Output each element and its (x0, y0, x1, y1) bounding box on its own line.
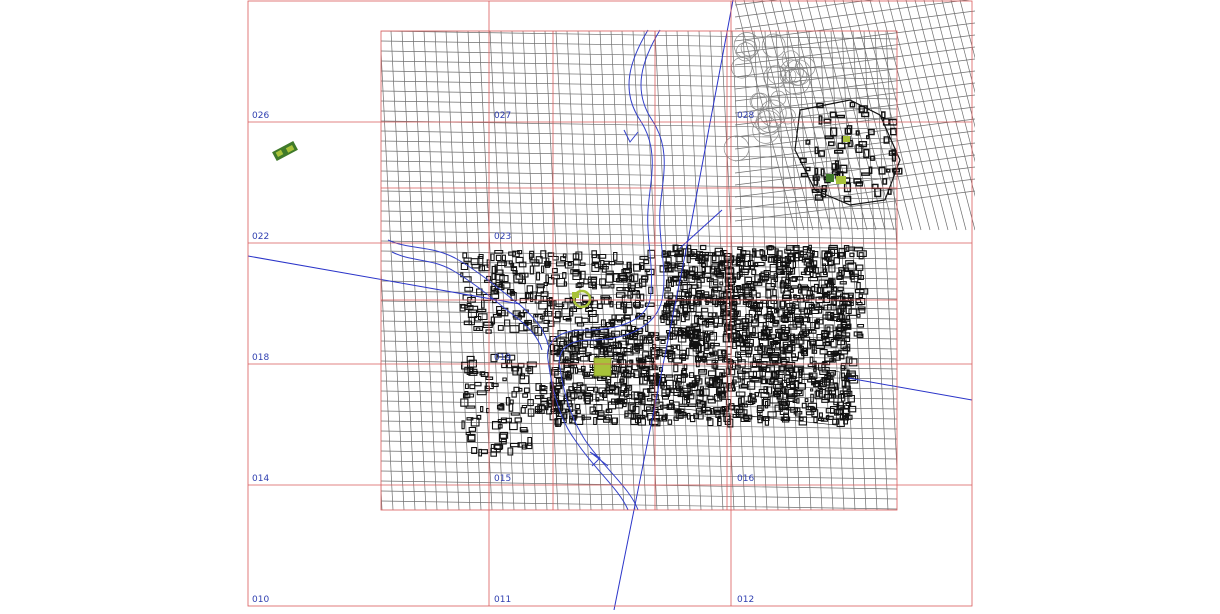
sheet-label[interactable]: 010 (252, 595, 269, 605)
campus-park-2 (843, 136, 850, 142)
campus-park (836, 176, 846, 184)
sheet-label[interactable]: 019 (494, 353, 511, 363)
map-viewport[interactable]: 026 022 018 014 010 011 012 015 016 019 … (0, 0, 1220, 611)
sheet-label[interactable]: 023 (494, 232, 511, 242)
sheet-label[interactable]: 011 (494, 595, 511, 605)
sheet-label[interactable]: 027 (494, 111, 511, 121)
campus-park-dark (826, 174, 834, 182)
plaza-park-small (572, 292, 579, 298)
sheet-label[interactable]: 018 (252, 353, 269, 363)
central-plaza-park (593, 357, 612, 377)
sheet-label[interactable]: 022 (252, 232, 269, 242)
sheet-label[interactable]: 014 (252, 474, 269, 484)
sheet-label[interactable]: 028 (737, 111, 754, 121)
sheet-label[interactable]: 012 (737, 595, 754, 605)
sheet-label[interactable]: 026 (252, 111, 269, 121)
sheet-label[interactable]: 016 (737, 474, 754, 484)
sheet-label[interactable]: 015 (494, 474, 511, 484)
city-map-canvas[interactable]: 026 022 018 014 010 011 012 015 016 019 … (0, 0, 1220, 611)
